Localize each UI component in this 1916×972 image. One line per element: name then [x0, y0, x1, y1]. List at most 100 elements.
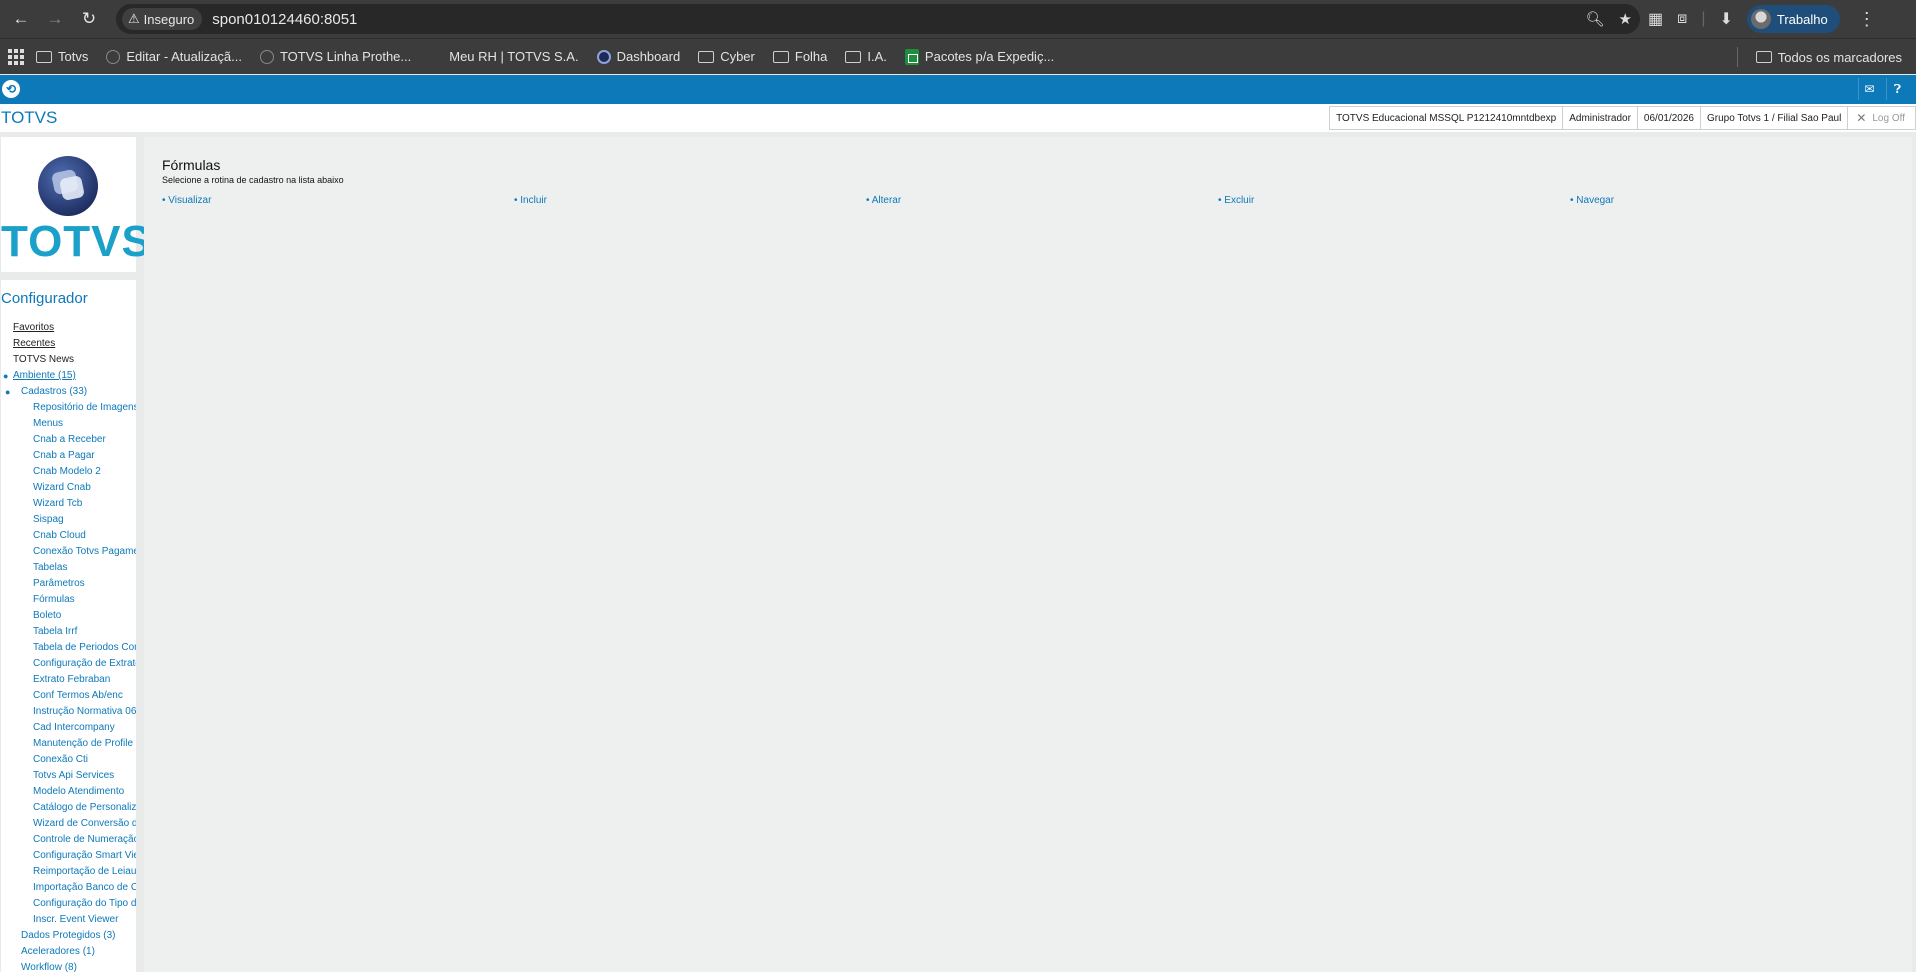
- sidebar-subitem[interactable]: Configuração de Extratos: [1, 656, 136, 672]
- back-arrow-icon[interactable]: ←: [8, 6, 34, 32]
- expanded-bullet-icon: ●: [3, 371, 9, 381]
- sidebar-subitem[interactable]: Conexão Cti: [1, 752, 136, 768]
- sidebar-subitem[interactable]: Sispag: [1, 512, 136, 528]
- sidebar-item-dados-protegidos[interactable]: Dados Protegidos (3): [1, 928, 136, 944]
- sidebar-subitem[interactable]: Configuração do Tipo de: [1, 896, 136, 912]
- sidebar-subitem[interactable]: Cnab a Receber: [1, 432, 136, 448]
- forward-arrow-icon[interactable]: →: [42, 6, 68, 32]
- bookmark-star-icon[interactable]: ★: [1619, 10, 1632, 28]
- globe-icon: [259, 49, 274, 64]
- app-header: TOTVS TOTVS Educacional MSSQL P1212410mn…: [0, 104, 1916, 132]
- sidebar-subitem[interactable]: Cad Intercompany: [1, 720, 136, 736]
- action-alterar[interactable]: • Alterar: [866, 195, 901, 206]
- bookmark-label: I.A.: [867, 49, 887, 64]
- action-incluir[interactable]: • Incluir: [514, 195, 547, 206]
- insecure-chip[interactable]: ⚠ Inseguro: [122, 8, 203, 30]
- sidebar-subitem[interactable]: Tabelas: [1, 560, 136, 576]
- folder-icon: [36, 50, 52, 63]
- download-icon[interactable]: ⬇: [1719, 9, 1732, 29]
- sidebar-item-aceleradores[interactable]: Aceleradores (1): [1, 944, 136, 960]
- sidebar-subitem[interactable]: Totvs Api Services: [1, 768, 136, 784]
- sidebar-subitem[interactable]: Manutenção de Profile: [1, 736, 136, 752]
- session-info-bar: TOTVS Educacional MSSQL P1212410mntdbexp…: [1329, 106, 1916, 130]
- folder-icon: [772, 50, 789, 63]
- bookmark-label: Meu RH | TOTVS S.A.: [449, 49, 579, 64]
- sidebar-subitem[interactable]: Inscr. Event Viewer: [1, 912, 136, 928]
- bookmark-dashboard[interactable]: Dashboard: [596, 49, 680, 64]
- bookmark-totvs[interactable]: Totvs: [36, 49, 88, 64]
- user-label: Administrador: [1562, 106, 1637, 130]
- logoff-button[interactable]: ✕ Log Off: [1847, 106, 1916, 130]
- sidebar-subitem[interactable]: Parâmetros: [1, 576, 136, 592]
- totvs-logo-icon[interactable]: ⟲: [2, 80, 20, 98]
- sidebar-item-totvs-news[interactable]: TOTVS News: [1, 352, 136, 368]
- url-text[interactable]: spon010124460:8051: [212, 11, 357, 28]
- sidebar-subitem[interactable]: Importação Banco de Co: [1, 880, 136, 896]
- bookmark-pacotes[interactable]: Pacotes p/a Expediç...: [904, 48, 1054, 65]
- main-content: Fórmulas Selecione a rotina de cadastro …: [144, 137, 1912, 972]
- bookmark-separator: [1736, 47, 1738, 67]
- action-excluir[interactable]: • Excluir: [1218, 195, 1254, 206]
- sidebar-logo: TOTVS: [1, 137, 152, 272]
- sidebar-item-ambiente[interactable]: ● Ambiente (15): [1, 368, 136, 384]
- bookmark-folha[interactable]: Folha: [772, 49, 827, 64]
- sidebar-subitem[interactable]: Configuração Smart View: [1, 848, 136, 864]
- logo-wordmark: TOTVS: [1, 217, 152, 266]
- sidebar-subitem[interactable]: Cnab Modelo 2: [1, 464, 136, 480]
- sheets-icon: [904, 48, 919, 65]
- sidebar-subitem[interactable]: Instrução Normativa 068: [1, 704, 136, 720]
- extensions-icon[interactable]: ⧈: [1677, 10, 1687, 28]
- mail-icon[interactable]: ✉: [1858, 78, 1880, 100]
- app-top-bar: ⟲ ✉ ❓︎: [0, 75, 1916, 104]
- globe-icon: [429, 49, 444, 64]
- sidebar-subitem[interactable]: Fórmulas: [1, 592, 136, 608]
- avatar: [1750, 9, 1771, 29]
- sidebar-subitem[interactable]: Modelo Atendimento: [1, 784, 136, 800]
- sidebar-subitem[interactable]: Reimportação de Leiaute: [1, 864, 136, 880]
- reload-icon[interactable]: ↻: [76, 6, 102, 32]
- bookmark-cyber[interactable]: Cyber: [698, 49, 755, 64]
- sidebar-subitem[interactable]: Catálogo de Personalização: [1, 800, 136, 816]
- totvs-emblem-icon: [38, 156, 98, 216]
- zoom-icon[interactable]: 🔍︎: [1586, 10, 1605, 28]
- sidebar-subitem[interactable]: Cnab Cloud: [1, 528, 136, 544]
- sidebar-item-cadastros[interactable]: ● Cadastros (33): [1, 384, 136, 400]
- bookmark-editar[interactable]: Editar - Atualizaçã...: [106, 49, 242, 64]
- dashboard-icon: [596, 49, 611, 64]
- sidebar-subitem[interactable]: Conexão Totvs Pagamentos: [1, 544, 136, 560]
- sidebar-subitem[interactable]: Wizard Tcb: [1, 496, 136, 512]
- menu-kebab-icon[interactable]: ⋮: [1858, 9, 1876, 30]
- apps-grid-icon[interactable]: [8, 48, 24, 65]
- profile-button[interactable]: Trabalho: [1746, 5, 1840, 33]
- sidebar-subitem[interactable]: Repositório de Imagens: [1, 400, 136, 416]
- sidebar-item-favoritos[interactable]: Favoritos: [1, 320, 136, 336]
- expanded-bullet-icon: ●: [5, 387, 11, 397]
- close-icon: ✕: [1856, 111, 1867, 125]
- bookmark-meu-rh[interactable]: Meu RH | TOTVS S.A.: [429, 49, 579, 64]
- all-bookmarks[interactable]: Todos os marcadores: [1736, 39, 1902, 75]
- sidebar-subitem[interactable]: Tabela Irrf: [1, 624, 136, 640]
- sidebar-subitem[interactable]: Wizard Cnab: [1, 480, 136, 496]
- sidebar-subitem[interactable]: Extrato Febraban: [1, 672, 136, 688]
- sidebar: Configurador Favoritos Recentes TOTVS Ne…: [1, 280, 136, 972]
- sidebar-subitem[interactable]: Controle de Numeração: [1, 832, 136, 848]
- sidebar-subitem[interactable]: Cnab a Pagar: [1, 448, 136, 464]
- sidebar-item-recentes[interactable]: Recentes: [1, 336, 136, 352]
- qr-code-icon[interactable]: ▦: [1648, 9, 1663, 29]
- action-navegar[interactable]: • Navegar: [1570, 195, 1614, 206]
- sidebar-item-label: Cadastros (33): [21, 386, 88, 397]
- company-label: Grupo Totvs 1 / Filial Sao Paul: [1699, 106, 1848, 130]
- action-visualizar[interactable]: • Visualizar: [162, 195, 211, 206]
- sidebar-subitem[interactable]: Menus: [1, 416, 136, 432]
- help-icon[interactable]: ❓︎: [1886, 78, 1908, 100]
- date-label: 06/01/2026: [1636, 106, 1700, 130]
- sidebar-item-workflow[interactable]: Workflow (8): [1, 960, 136, 972]
- sidebar-subitem[interactable]: Conf Termos Ab/enc: [1, 688, 136, 704]
- sidebar-subitem[interactable]: Boleto: [1, 608, 136, 624]
- bookmark-protheus[interactable]: TOTVS Linha Prothe...: [259, 49, 411, 64]
- sidebar-subitem[interactable]: Tabela de Periodos Contabeis: [1, 640, 136, 656]
- sidebar-subitem[interactable]: Wizard de Conversão de: [1, 816, 136, 832]
- address-bar[interactable]: ⚠ Inseguro spon010124460:8051 🔍︎ ★: [116, 4, 1640, 34]
- bookmark-ia[interactable]: I.A.: [845, 49, 887, 64]
- page-subtitle: Selecione a rotina de cadastro na lista …: [162, 175, 344, 185]
